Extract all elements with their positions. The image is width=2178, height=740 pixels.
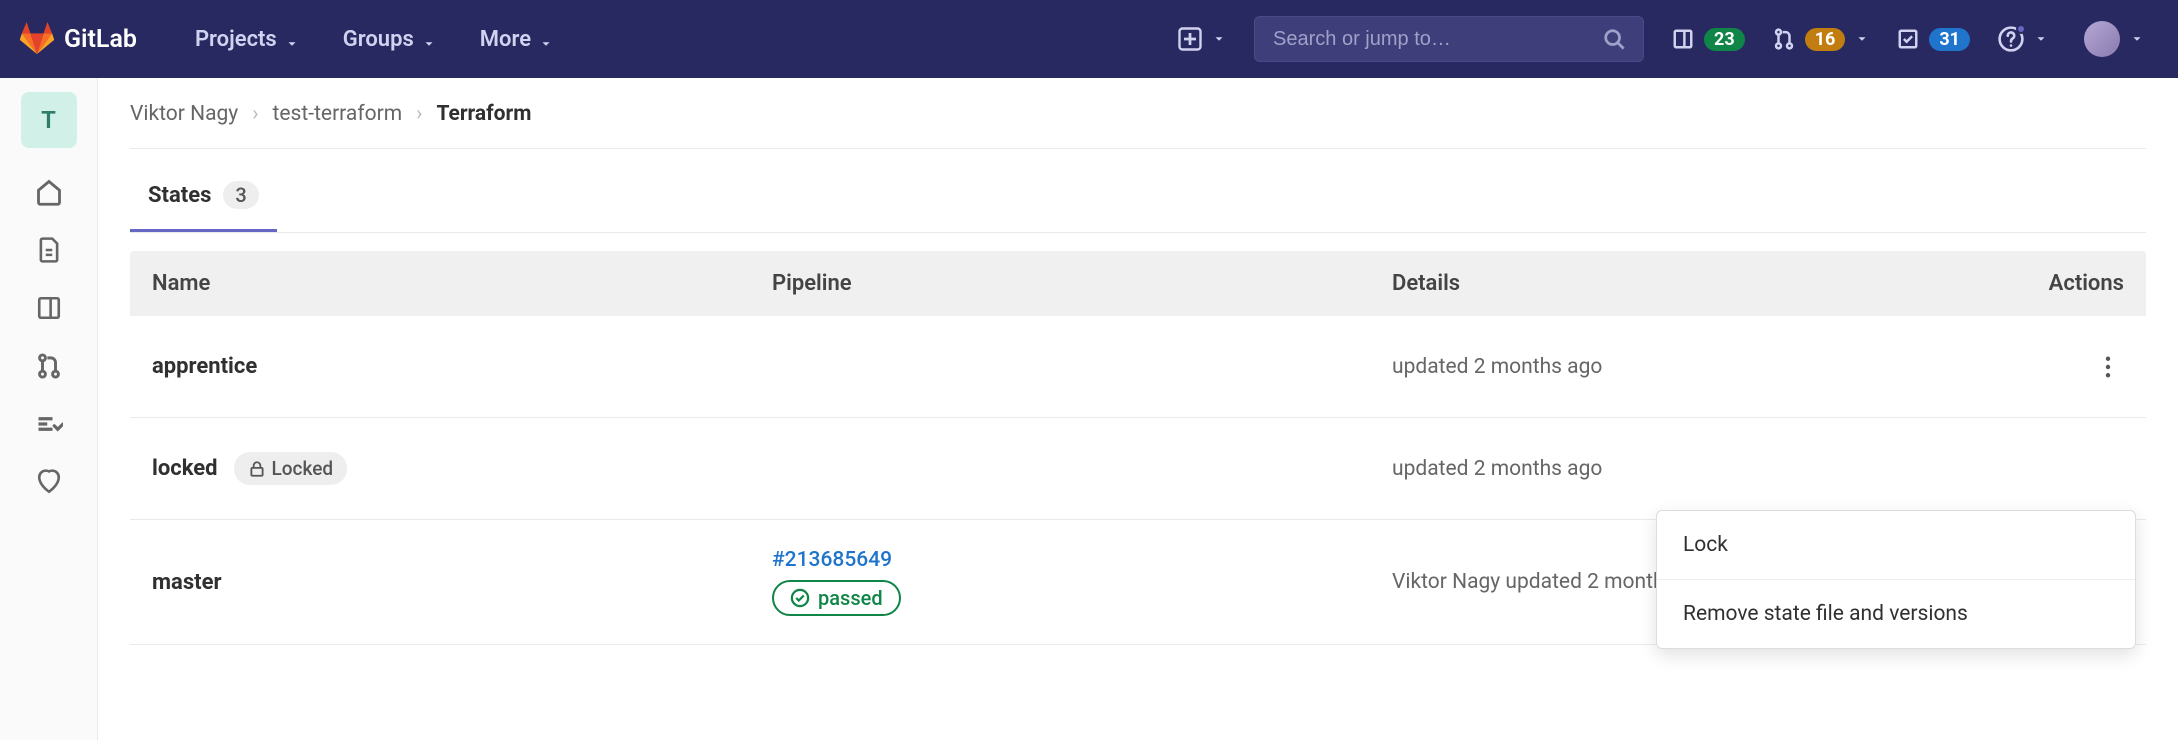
state-name: apprentice [152, 354, 772, 379]
actions-dropdown: Lock Remove state file and versions [1656, 510, 2136, 649]
global-search[interactable] [1254, 16, 1644, 62]
logo[interactable]: GitLab [20, 22, 137, 56]
sidebar-repository[interactable] [35, 236, 63, 264]
chevron-right-icon: › [416, 102, 422, 126]
sidebar-merge-requests[interactable] [35, 352, 63, 380]
search-icon [1603, 28, 1625, 50]
states-count-badge: 3 [223, 181, 258, 209]
chevron-down-icon [2034, 32, 2048, 46]
state-name: master [152, 570, 772, 595]
chevron-down-icon [539, 32, 553, 46]
avatar [2084, 21, 2120, 57]
issue-icon [1672, 28, 1694, 50]
mrs-count-badge: 16 [1805, 28, 1846, 51]
dropdown-lock[interactable]: Lock [1657, 511, 2135, 580]
logo-text: GitLab [64, 25, 137, 54]
th-name: Name [152, 271, 772, 296]
nav-groups-label: Groups [343, 27, 414, 52]
locked-badge-text: Locked [272, 457, 334, 480]
check-circle-icon [790, 588, 810, 608]
left-sidebar: T [0, 78, 98, 740]
sidebar-issues[interactable] [35, 294, 63, 322]
todos-link[interactable]: 31 [1883, 0, 1984, 78]
breadcrumb: Viktor Nagy › test-terraform › Terraform [130, 102, 2146, 149]
state-name-text: locked [152, 456, 218, 481]
plus-icon [1178, 27, 1202, 51]
lock-icon [248, 460, 266, 478]
user-menu[interactable] [2062, 0, 2158, 78]
sidebar-deployments[interactable] [35, 468, 63, 496]
table-row: locked Locked updated 2 months ago [130, 418, 2146, 520]
th-actions: Actions [2014, 271, 2124, 296]
chevron-down-icon [422, 32, 436, 46]
nav-groups[interactable]: Groups [321, 0, 458, 78]
chevron-down-icon [1855, 32, 1869, 46]
tab-states[interactable]: States 3 [130, 161, 277, 232]
merge-request-icon [1773, 28, 1795, 50]
chevron-right-icon: › [252, 102, 258, 126]
breadcrumb-project[interactable]: test-terraform [273, 102, 403, 126]
gitlab-icon [20, 22, 54, 56]
main-content: Viktor Nagy › test-terraform › Terraform… [98, 78, 2178, 740]
table-header: Name Pipeline Details Actions [130, 251, 2146, 316]
row-actions-button[interactable] [2092, 351, 2124, 383]
chevron-down-icon [2130, 32, 2144, 46]
project-avatar[interactable]: T [21, 92, 77, 148]
search-input[interactable] [1273, 28, 1603, 51]
dropdown-remove[interactable]: Remove state file and versions [1657, 580, 2135, 648]
todo-icon [1897, 28, 1919, 50]
chevron-down-icon [285, 32, 299, 46]
pipeline-link[interactable]: #213685649 [772, 548, 892, 572]
breadcrumb-current: Terraform [436, 102, 531, 126]
nav-more-label: More [480, 27, 531, 52]
issues-count-badge: 23 [1704, 28, 1745, 51]
chevron-down-icon [1212, 32, 1226, 46]
breadcrumb-user[interactable]: Viktor Nagy [130, 102, 238, 126]
pipeline-status-badge[interactable]: passed [772, 580, 901, 616]
nav-more[interactable]: More [458, 0, 575, 78]
help-menu[interactable] [1984, 0, 2062, 78]
locked-badge: Locked [234, 452, 348, 485]
th-pipeline: Pipeline [772, 271, 1392, 296]
pipeline-status-text: passed [818, 586, 883, 610]
table-row: apprentice updated 2 months ago [130, 316, 2146, 418]
state-details: updated 2 months ago [1392, 355, 1602, 379]
sidebar-ci-cd[interactable] [35, 410, 63, 438]
issues-link[interactable]: 23 [1658, 0, 1759, 78]
nav-projects[interactable]: Projects [173, 0, 321, 78]
state-name: locked Locked [152, 452, 772, 485]
notification-dot-icon [2016, 24, 2026, 34]
th-details: Details [1392, 271, 2014, 296]
kebab-icon [2105, 356, 2111, 378]
tab-states-label: States [148, 183, 211, 208]
create-new-button[interactable] [1164, 0, 1240, 78]
tabs: States 3 [130, 161, 2146, 233]
global-navbar: GitLab Projects Groups More 23 16 31 [0, 0, 2178, 78]
nav-projects-label: Projects [195, 27, 277, 52]
merge-requests-link[interactable]: 16 [1759, 0, 1884, 78]
sidebar-project-home[interactable] [35, 178, 63, 206]
todos-count-badge: 31 [1929, 28, 1970, 51]
state-details: updated 2 months ago [1392, 457, 1602, 481]
